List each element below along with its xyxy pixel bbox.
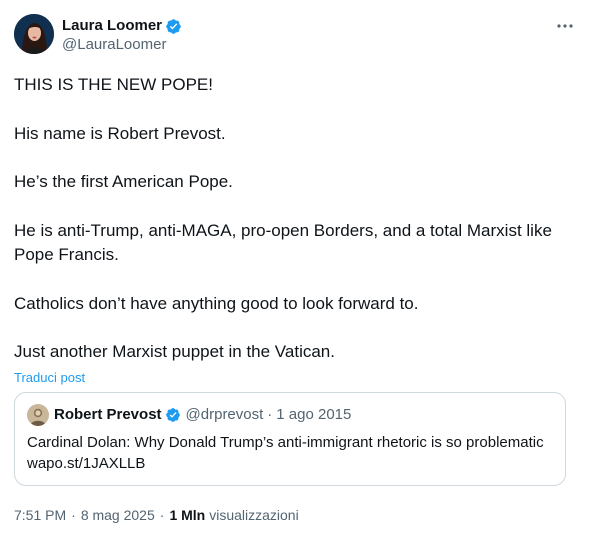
- author-avatar[interactable]: [14, 14, 54, 54]
- tweet-paragraph: THIS IS THE NEW POPE!: [14, 75, 213, 94]
- meta-separator: ·: [159, 507, 165, 523]
- quoted-text-line: Cardinal Dolan: Why Donald Trump’s anti-…: [27, 433, 544, 451]
- quoted-tweet-header: Robert Prevost @drprevost · 1 ago 2015: [27, 403, 553, 426]
- tweet-date[interactable]: 8 mag 2025: [81, 505, 155, 525]
- quoted-tweet-text: Cardinal Dolan: Why Donald Trump’s anti-…: [27, 432, 553, 474]
- more-horizontal-icon[interactable]: [550, 14, 580, 38]
- quoted-link-text: wapo.st/1JAXLLB: [27, 454, 146, 472]
- tweet-card: Laura Loomer @LauraLoomer THIS IS THE NE…: [0, 0, 590, 541]
- tweet-paragraph: Just another Marxist puppet in the Vatic…: [14, 342, 335, 362]
- meta-separator: ·: [71, 507, 76, 523]
- tweet-paragraph: He is anti-Trump, anti-MAGA, pro-open Bo…: [14, 220, 552, 265]
- author-display-name[interactable]: Laura Loomer: [62, 17, 162, 35]
- avatar-image: [14, 14, 54, 54]
- quoted-date: 1 ago 2015: [276, 406, 352, 424]
- quoted-tweet[interactable]: Robert Prevost @drprevost · 1 ago 2015 C…: [14, 391, 566, 486]
- tweet-time[interactable]: 7:51 PM: [14, 505, 66, 525]
- quoted-separator: ·: [267, 406, 273, 424]
- tweet-header: Laura Loomer @LauraLoomer: [14, 14, 576, 58]
- tweet-text: THIS IS THE NEW POPE! His name is Robert…: [14, 73, 576, 365]
- tweet-paragraph: Catholics don’t have anything good to lo…: [14, 293, 419, 313]
- author-names: Laura Loomer @LauraLoomer: [62, 14, 182, 55]
- tweet-paragraph: He’s the first American Pope.: [14, 172, 233, 192]
- tweet-meta: 7:51 PM · 8 mag 2025 · 1 Mln visualizzaz…: [14, 505, 299, 525]
- views-count: 1 Mln: [169, 507, 206, 523]
- tweet-paragraph: His name is Robert Prevost.: [14, 123, 226, 143]
- author-name-row: Laura Loomer: [62, 17, 182, 35]
- quoted-author-name: Robert Prevost: [54, 406, 162, 424]
- quoted-author-avatar: [27, 403, 49, 426]
- author-handle[interactable]: @LauraLoomer: [62, 35, 182, 55]
- quoted-author-handle: @drprevost: [185, 406, 264, 424]
- verified-badge-icon[interactable]: [165, 18, 182, 35]
- verified-badge-icon: [165, 407, 181, 423]
- views-label: visualizzazioni: [209, 507, 299, 523]
- translate-post-link[interactable]: Traduci post: [14, 370, 576, 386]
